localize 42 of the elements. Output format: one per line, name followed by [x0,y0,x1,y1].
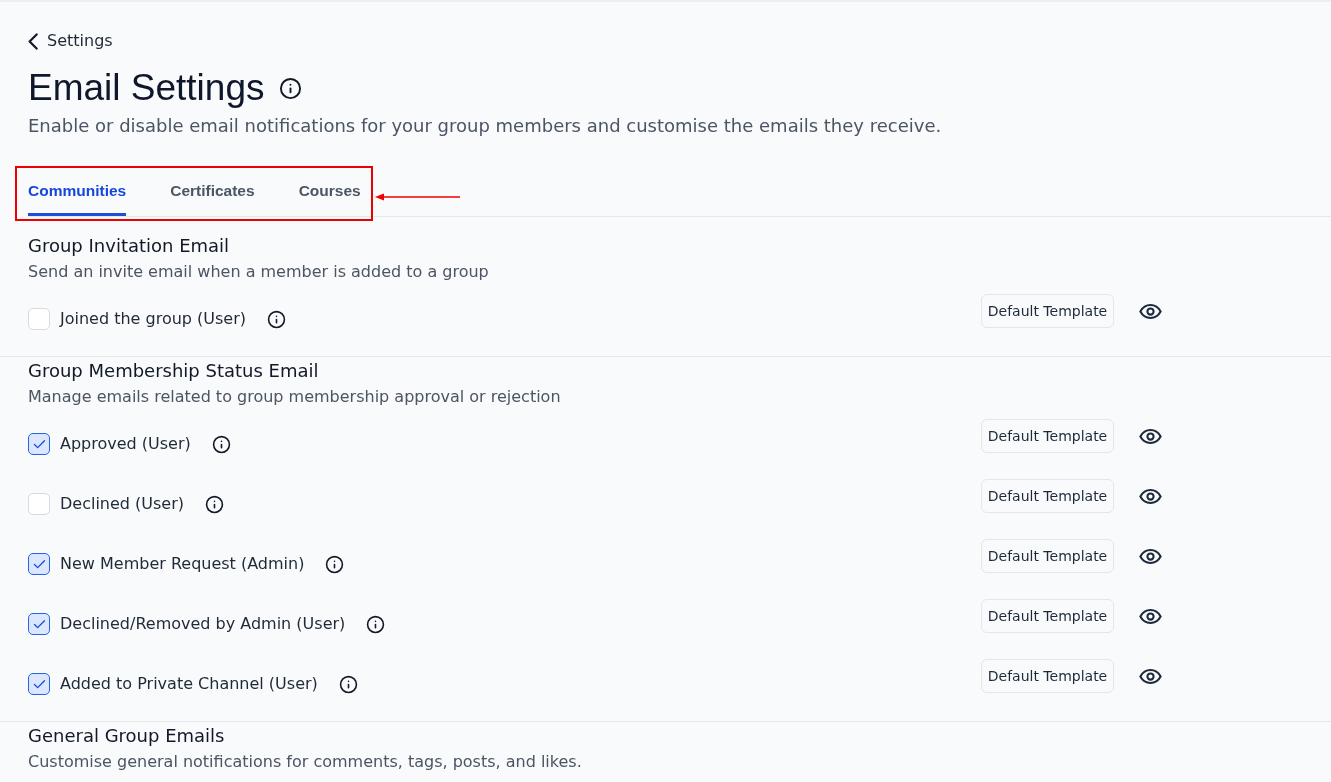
info-icon[interactable] [211,434,231,454]
option-label: Declined/Removed by Admin (User) [60,613,346,635]
default-template-button[interactable]: Default Template [981,479,1114,513]
option-label: Approved (User) [60,433,191,455]
checkbox[interactable] [28,553,50,575]
tab[interactable]: Courses [298,166,361,216]
info-icon[interactable] [267,309,287,329]
default-template-button[interactable]: Default Template [981,294,1114,328]
checkbox[interactable] [28,433,50,455]
default-template-button[interactable]: Default Template [981,419,1114,453]
option-label: Joined the group (User) [60,308,247,330]
section-description: Customise general notifications for comments, tags, posts, and likes. [28,751,583,773]
option-label: Added to Private Channel (User) [60,673,318,695]
section-description: Manage emails related to group membership approval or rejection [28,386,562,408]
default-template-button[interactable]: Default Template [981,599,1114,633]
eye-icon[interactable] [1139,608,1162,624]
section-title: Group Invitation Email [28,234,231,258]
checkbox[interactable] [28,613,50,635]
option-label: Declined (User) [60,493,185,515]
info-icon[interactable] [366,614,386,634]
info-icon[interactable] [278,76,302,100]
section-description: Send an invite email when a member is added to a group [28,261,490,283]
page-subtitle: Enable or disable email notifications for your group members and customise the emails they receive. [28,114,943,138]
tab[interactable]: Certificates [170,166,255,216]
option-label: New Member Request (Admin) [60,553,305,575]
eye-icon[interactable] [1139,428,1162,444]
default-template-button[interactable]: Default Template [981,539,1114,573]
tab[interactable]: Communities [28,166,127,216]
back-link[interactable]: Settings [28,29,113,53]
eye-icon[interactable] [1139,488,1162,504]
eye-icon[interactable] [1139,668,1162,684]
checkbox[interactable] [28,673,50,695]
eye-icon[interactable] [1139,303,1162,319]
section-title: Group Membership Status Email [28,359,320,383]
section-title: General Group Emails [28,724,226,748]
chevron-left-icon [28,32,38,50]
info-icon[interactable] [205,494,225,514]
default-template-button[interactable]: Default Template [981,659,1114,693]
eye-icon[interactable] [1139,548,1162,564]
info-icon[interactable] [325,554,345,574]
info-icon[interactable] [338,674,358,694]
page-title: Email Settings [28,68,265,108]
